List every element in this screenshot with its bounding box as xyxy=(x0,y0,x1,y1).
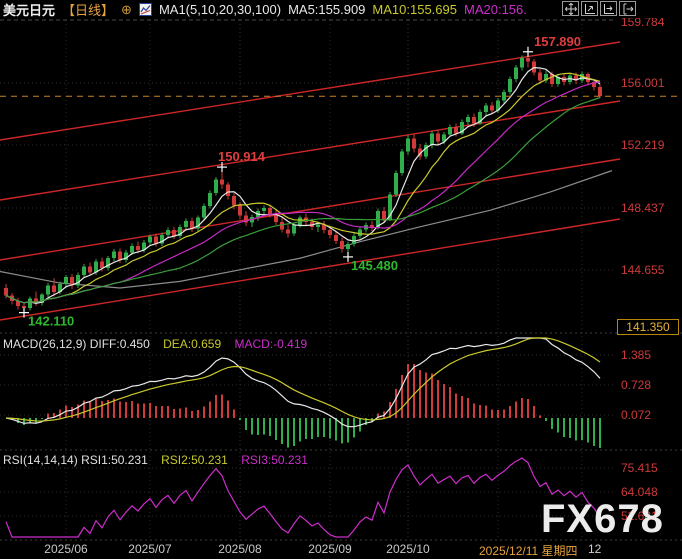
rsi-axis-label: 75.415 xyxy=(621,461,658,475)
shift-pane-right-icon[interactable] xyxy=(619,1,636,16)
current-date-label: 2025/12/11 星期四 xyxy=(479,542,578,559)
watermark: FX678 xyxy=(541,497,664,541)
svg-text:145.480: 145.480 xyxy=(351,258,398,273)
macd-dea-value: DEA:0.659 xyxy=(163,337,221,351)
x-axis-label: 2025/10 xyxy=(376,542,440,556)
svg-text:157.890: 157.890 xyxy=(534,34,581,49)
trend-channel-lines xyxy=(0,42,620,320)
scale-axis-right-icon[interactable] xyxy=(600,1,617,16)
rsi1-value: RSI1:50.231 xyxy=(81,453,148,467)
chart-type-icon[interactable] xyxy=(139,3,152,16)
macd-axis-label: 0.072 xyxy=(621,408,651,422)
svg-text:150.914: 150.914 xyxy=(218,149,266,164)
rsi-line xyxy=(6,458,600,537)
scale-axis-up-icon[interactable] xyxy=(581,1,598,16)
macd-pane xyxy=(6,338,600,448)
circle-plus-icon[interactable]: ⊕ xyxy=(121,3,132,16)
price-annotations: 157.890 150.914 145.480 142.110 xyxy=(19,34,581,329)
ma5-value: MA5:155.909 xyxy=(288,2,365,17)
x-axis-label-partial: 12 xyxy=(588,542,601,556)
x-axis-label: 2025/06 xyxy=(34,542,98,556)
macd-indicator-row: MACD(26,12,9) DIFF:0.450 DEA:0.659 MACD:… xyxy=(3,337,307,351)
pan-tool-icon[interactable] xyxy=(562,1,579,16)
y-axis-label: 148.437 xyxy=(621,201,664,215)
svg-text:142.110: 142.110 xyxy=(28,314,74,329)
y-axis-label: 144.655 xyxy=(621,263,664,277)
rsi-name-label: RSI(14,14,14) RSI1:50.231 xyxy=(3,453,148,467)
toolbar xyxy=(560,1,636,16)
ma-settings-label: MA1(5,10,20,30,100) xyxy=(159,2,281,17)
period-label[interactable]: 【日线】 xyxy=(62,0,114,19)
range-min-badge: 141.350 xyxy=(617,319,679,335)
ma10-value: MA10:155.695 xyxy=(372,2,457,17)
symbol-title: 美元日元 xyxy=(3,0,55,19)
macd-axis-label: 0.728 xyxy=(621,378,651,392)
ma20-value: MA20:156. xyxy=(464,2,527,17)
rsi2-value: RSI2:50.231 xyxy=(161,453,228,467)
x-axis-label: 2025/09 xyxy=(298,542,362,556)
macd-name-label: MACD(26,12,9) DIFF:0.450 xyxy=(3,337,150,351)
x-axis-label: 2025/08 xyxy=(208,542,272,556)
macd-axis-label: 1.385 xyxy=(621,348,651,362)
macd-diff-value: DIFF:0.450 xyxy=(90,337,150,351)
chart-window: 157.890 150.914 145.480 142.110 美元日元 【日线】 ⊕… xyxy=(0,0,682,559)
rsi-indicator-row: RSI(14,14,14) RSI1:50.231 RSI2:50.231 RS… xyxy=(3,453,308,467)
rsi3-value: RSI3:50.231 xyxy=(241,453,308,467)
y-axis-label: 156.001 xyxy=(621,76,664,90)
macd-value: MACD:-0.419 xyxy=(234,337,307,351)
x-axis-label: 2025/07 xyxy=(118,542,182,556)
price-chart-canvas[interactable]: 157.890 150.914 145.480 142.110 xyxy=(0,0,682,559)
y-axis-label: 152.219 xyxy=(621,138,664,152)
